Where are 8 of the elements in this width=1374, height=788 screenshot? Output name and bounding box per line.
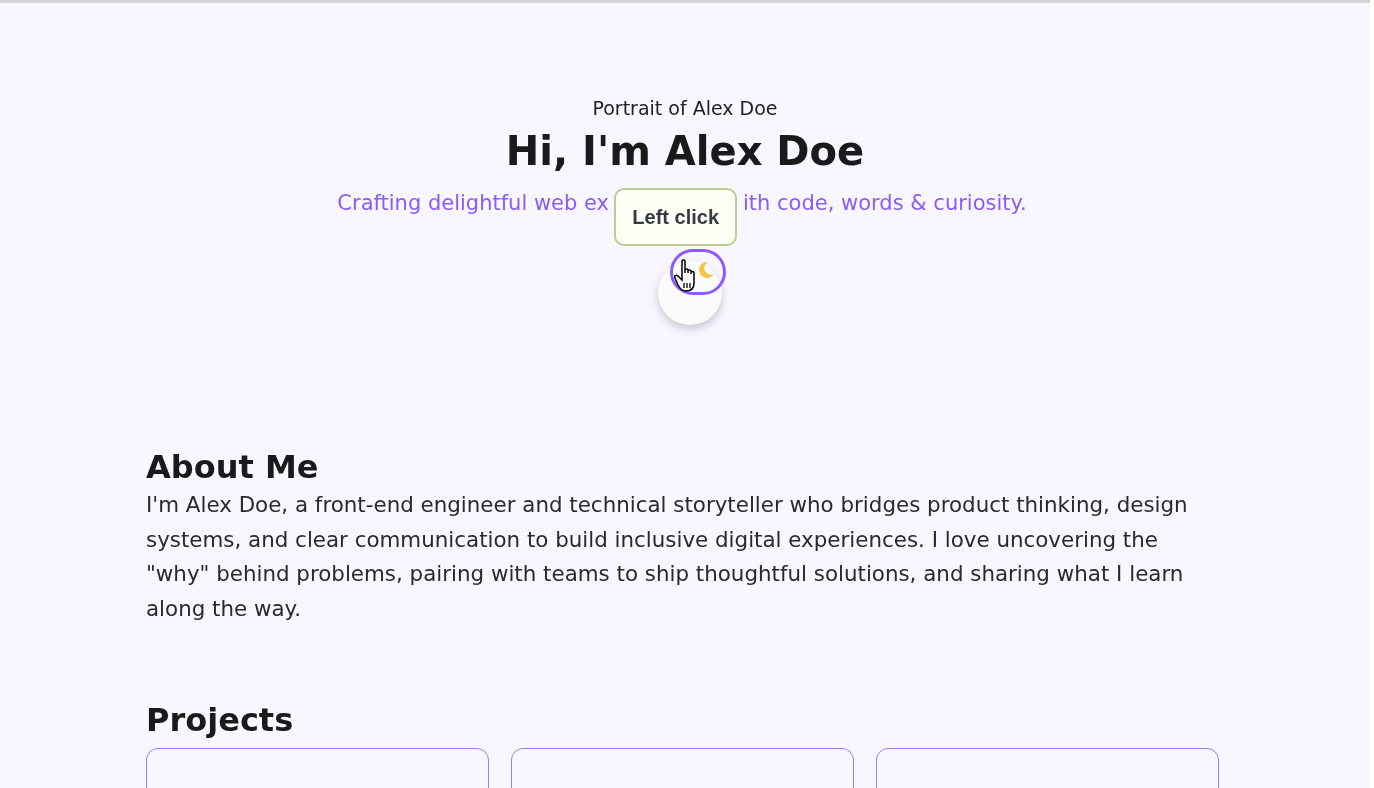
about-paragraph: I'm Alex Doe, a front-end engineer and technical storyteller who bridges product thinking, design systems, and clear communication to build inclusive digital experiences. I love uncovering the "why" behind problems, pairing with teams to ship thoughtful solutions, and sharing what I learn along the way. (146, 491, 1189, 623)
tagline: ith code, words & curiosity. (743, 190, 1027, 217)
portrait-alt-text: Portrait of Alex Doe (592, 96, 778, 121)
section-heading: Projects (146, 700, 295, 740)
hero-title: Hi, I'm Alex Doe (505, 127, 865, 176)
tagline: Crafting delightful web ex (337, 190, 609, 217)
tooltip: Left click (614, 188, 738, 246)
section-heading: About Me (146, 447, 320, 487)
